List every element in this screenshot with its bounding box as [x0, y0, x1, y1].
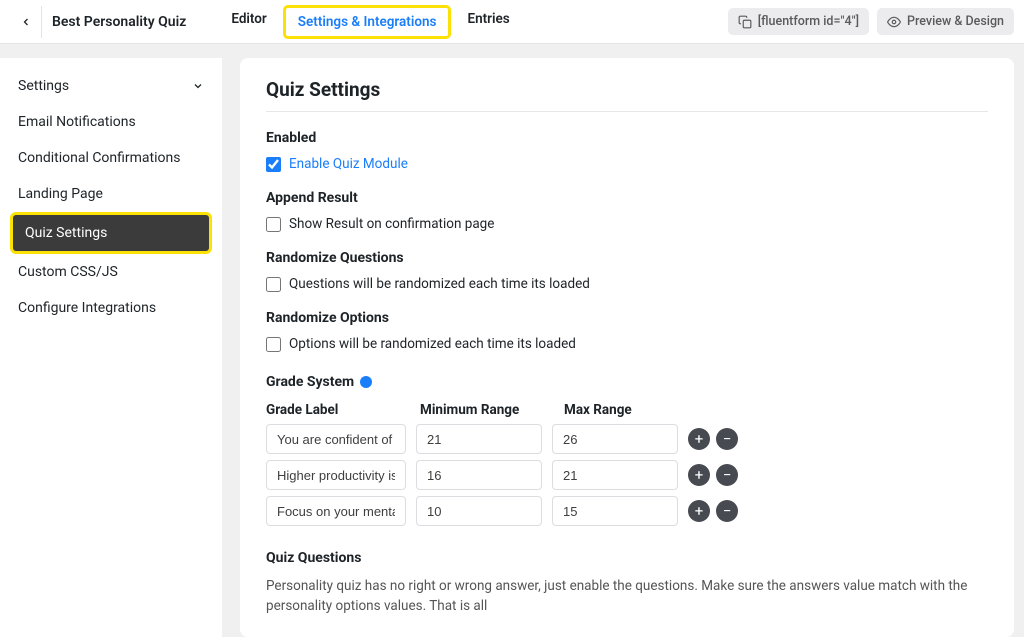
- tab-entries[interactable]: Entries: [455, 5, 521, 39]
- info-icon[interactable]: [360, 376, 372, 388]
- sidebar-item-email[interactable]: Email Notifications: [0, 104, 222, 140]
- top-bar: Best Personality Quiz Editor Settings & …: [0, 0, 1024, 44]
- eye-icon: [887, 15, 901, 29]
- sidebar-item-custom[interactable]: Custom CSS/JS: [0, 254, 222, 290]
- grade-max-input[interactable]: [552, 496, 678, 526]
- sidebar-item-settings[interactable]: Settings: [0, 68, 222, 104]
- grade-min-input[interactable]: [416, 460, 542, 490]
- tab-editor[interactable]: Editor: [219, 5, 278, 39]
- grade-header-max: Max Range: [564, 402, 690, 418]
- top-right: [fluentform id="4"] Preview & Design: [728, 8, 1014, 35]
- grade-min-input[interactable]: [416, 424, 542, 454]
- preview-text: Preview & Design: [907, 14, 1004, 29]
- minus-icon: −: [723, 432, 732, 447]
- grade-title-row: Grade System: [266, 374, 988, 390]
- grade-header-label: Grade Label: [266, 402, 406, 418]
- tab-settings-integrations[interactable]: Settings & Integrations: [283, 5, 452, 39]
- randomize-options-label: Options will be randomized each time its…: [289, 336, 576, 352]
- grade-remove-button[interactable]: −: [716, 500, 738, 522]
- grade-row: + −: [266, 460, 988, 490]
- plus-icon: +: [695, 504, 704, 519]
- top-tabs: Editor Settings & Integrations Entries: [219, 5, 521, 39]
- preview-button[interactable]: Preview & Design: [877, 8, 1014, 35]
- grade-max-input[interactable]: [552, 460, 678, 490]
- shortcode-pill[interactable]: [fluentform id="4"]: [728, 8, 869, 35]
- minus-icon: −: [723, 504, 732, 519]
- rand-o-row: Options will be randomized each time its…: [266, 336, 988, 352]
- grade-row: + −: [266, 424, 988, 454]
- sidebar-label-settings: Settings: [18, 78, 69, 94]
- randomize-questions-checkbox[interactable]: [266, 277, 281, 292]
- grade-row: + −: [266, 496, 988, 526]
- grade-remove-button[interactable]: −: [716, 464, 738, 486]
- back-button[interactable]: [10, 6, 42, 38]
- rand-o-title: Randomize Options: [266, 310, 988, 326]
- enabled-title: Enabled: [266, 130, 988, 146]
- append-result-checkbox[interactable]: [266, 217, 281, 232]
- content: Quiz Settings Enabled Enable Quiz Module…: [222, 58, 1024, 637]
- grade-title: Grade System: [266, 374, 354, 390]
- form-title: Best Personality Quiz: [52, 14, 194, 30]
- grade-label-input[interactable]: [266, 460, 406, 490]
- grade-add-button[interactable]: +: [688, 500, 710, 522]
- grade-max-input[interactable]: [552, 424, 678, 454]
- sidebar: Settings Email Notifications Conditional…: [0, 58, 222, 637]
- sidebar-item-conditional[interactable]: Conditional Confirmations: [0, 140, 222, 176]
- page-title: Quiz Settings: [266, 78, 988, 101]
- sidebar-item-landing[interactable]: Landing Page: [0, 176, 222, 212]
- chevron-left-icon: [20, 16, 32, 28]
- settings-panel: Quiz Settings Enabled Enable Quiz Module…: [240, 58, 1014, 637]
- quiz-questions-title: Quiz Questions: [266, 550, 988, 566]
- grade-label-input[interactable]: [266, 424, 406, 454]
- grade-header-min: Minimum Range: [420, 402, 546, 418]
- grade-label-input[interactable]: [266, 496, 406, 526]
- minus-icon: −: [723, 468, 732, 483]
- append-result-label: Show Result on confirmation page: [289, 216, 494, 232]
- sidebar-item-quiz[interactable]: Quiz Settings: [10, 212, 212, 254]
- divider: [266, 111, 988, 112]
- grade-add-button[interactable]: +: [688, 464, 710, 486]
- quiz-questions-desc: Personality quiz has no right or wrong a…: [266, 576, 988, 617]
- grade-add-button[interactable]: +: [688, 428, 710, 450]
- append-title: Append Result: [266, 190, 988, 206]
- randomize-questions-label: Questions will be randomized each time i…: [289, 276, 590, 292]
- enabled-row: Enable Quiz Module: [266, 156, 988, 172]
- plus-icon: +: [695, 468, 704, 483]
- shortcode-text: [fluentform id="4"]: [758, 14, 859, 29]
- randomize-options-checkbox[interactable]: [266, 337, 281, 352]
- rand-q-title: Randomize Questions: [266, 250, 988, 266]
- chevron-down-icon: [192, 80, 204, 92]
- grade-remove-button[interactable]: −: [716, 428, 738, 450]
- enable-quiz-label: Enable Quiz Module: [289, 156, 408, 172]
- rand-q-row: Questions will be randomized each time i…: [266, 276, 988, 292]
- sidebar-item-quiz-wrap: Quiz Settings: [0, 212, 222, 254]
- copy-icon: [738, 15, 752, 29]
- append-row: Show Result on confirmation page: [266, 216, 988, 232]
- sidebar-item-configure[interactable]: Configure Integrations: [0, 290, 222, 326]
- grade-min-input[interactable]: [416, 496, 542, 526]
- grade-headers: Grade Label Minimum Range Max Range: [266, 402, 988, 418]
- plus-icon: +: [695, 432, 704, 447]
- layout: Settings Email Notifications Conditional…: [0, 58, 1024, 637]
- enable-quiz-checkbox[interactable]: [266, 157, 281, 172]
